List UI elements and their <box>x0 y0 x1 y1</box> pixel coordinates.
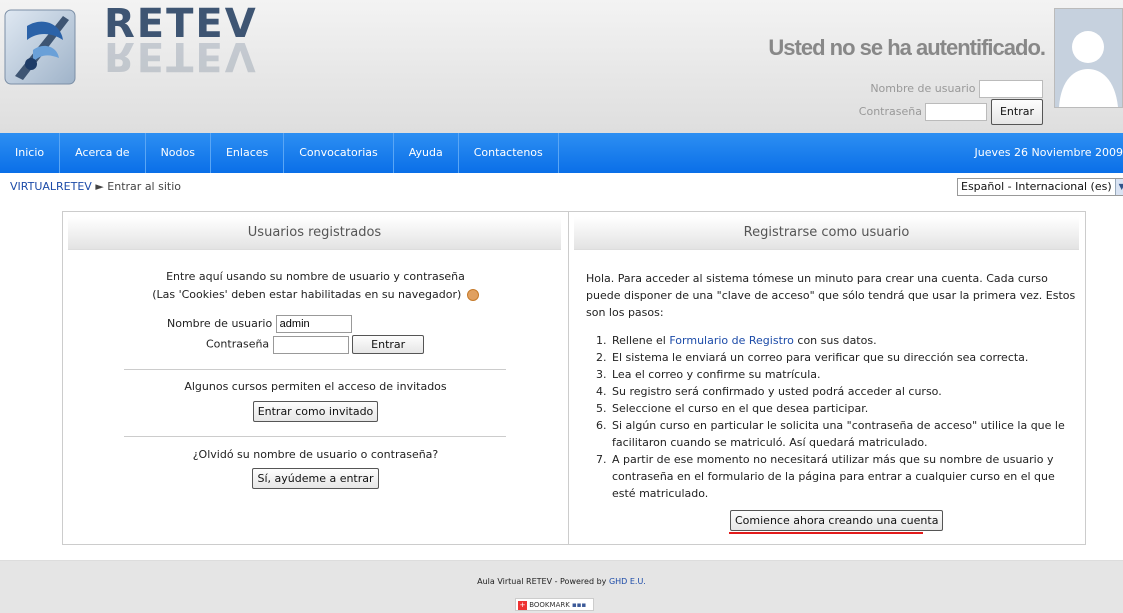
step-text: A partir de ese momento no necesitará ut… <box>612 453 1055 500</box>
username-label: Nombre de usuario <box>167 317 273 330</box>
forgot-button-wrap: Sí, ayúdeme a entrar <box>63 468 568 489</box>
plus-icon: + <box>518 600 527 610</box>
list-item: 5. Seleccione el curso en el que desea pa… <box>596 402 869 415</box>
header-username-input[interactable] <box>979 80 1043 98</box>
header-username-label: Nombre de usuario <box>870 82 976 95</box>
language-select[interactable]: Español - Internacional (es) ▼ <box>957 178 1123 196</box>
login-content: Usuarios registrados Entre aquí usando s… <box>62 211 1086 545</box>
logo-wordmark: RETEV <box>104 1 258 47</box>
highlight-underline <box>729 532 923 534</box>
cookies-note-text: (Las 'Cookies' deben estar habilitadas e… <box>152 288 462 301</box>
header-password-input[interactable] <box>925 103 988 121</box>
registered-users-title: Usuarios registrados <box>68 217 561 250</box>
step-text: Lea el correo y confirme su matrícula. <box>612 368 821 381</box>
bookmark-button[interactable]: + BOOKMARK ▪▪▪ <box>515 598 594 611</box>
nav-item-enlaces[interactable]: Enlaces <box>211 133 285 173</box>
list-item: 4. Su registro será confirmado y usted po… <box>596 385 942 398</box>
header-password-label: Contraseña <box>858 105 922 118</box>
list-item: 3. Lea el correo y confirme su matrícula. <box>596 368 821 381</box>
site-logo[interactable]: RETEV RETEV <box>0 0 258 97</box>
guest-login-button[interactable]: Entrar como invitado <box>252 401 379 422</box>
guest-access-text: Algunos cursos permiten el acceso de inv… <box>184 380 447 393</box>
page-footer: Aula Virtual RETEV - Powered by GHD E.U.… <box>0 560 1123 613</box>
username-row: Nombre de usuario <box>167 315 352 333</box>
step-text: Seleccione el curso en el que desea part… <box>612 402 869 415</box>
language-selected-value: Español - Internacional (es) <box>961 180 1112 193</box>
footer-credit-text: Aula Virtual RETEV - Powered by <box>477 577 607 586</box>
step-1-prefix: Rellene el <box>612 334 666 347</box>
step-text: Si algún curso en particular le solicita… <box>612 419 1065 449</box>
footer-credit: Aula Virtual RETEV - Powered by GHD E.U. <box>0 577 1123 586</box>
help-icon[interactable] <box>466 289 479 301</box>
create-account-button[interactable]: Comience ahora creando una cuenta <box>730 510 944 531</box>
divider <box>124 436 506 437</box>
current-date: Jueves 26 Noviembre 2009 <box>974 146 1123 159</box>
breadcrumb-separator-icon: ► <box>95 180 104 193</box>
page-header: RETEV RETEV Usted no se ha autentificado… <box>0 0 1123 133</box>
username-input[interactable] <box>275 315 352 333</box>
divider <box>124 369 506 370</box>
guest-button-wrap: Entrar como invitado <box>63 401 568 422</box>
breadcrumb-home-link[interactable]: VIRTUALRETEV <box>10 180 92 193</box>
nav-item-contactenos[interactable]: Contactenos <box>459 133 559 173</box>
register-title: Registrarse como usuario <box>574 217 1079 250</box>
register-steps: 1. Rellene el Formulario de Registro con… <box>586 332 1076 502</box>
password-input[interactable] <box>272 335 349 354</box>
breadcrumb-current: Entrar al sitio <box>107 180 181 193</box>
nav-list: Inicio Acerca de Nodos Enlaces Convocato… <box>0 133 559 173</box>
login-button[interactable]: Entrar <box>352 335 425 354</box>
password-row: Contraseña Entrar <box>206 335 425 354</box>
nav-item-acerca-de[interactable]: Acerca de <box>60 133 146 173</box>
cookies-note: (Las 'Cookies' deben estar habilitadas e… <box>63 288 568 301</box>
list-item: 7. A partir de ese momento no necesitará … <box>596 453 1055 500</box>
auth-status: Usted no se ha autentificado. <box>768 35 1046 60</box>
avatar <box>1054 8 1123 108</box>
step-1-suffix: con sus datos. <box>797 334 877 347</box>
nav-item-ayuda[interactable]: Ayuda <box>394 133 459 173</box>
nav-item-nodos[interactable]: Nodos <box>146 133 211 173</box>
register-panel: Registrarse como usuario Hola. Para acce… <box>569 212 1085 544</box>
footer-credit-link[interactable]: GHD E.U. <box>609 577 646 586</box>
header-login-button[interactable]: Entrar <box>990 99 1043 125</box>
user-silhouette-icon <box>1055 9 1122 107</box>
forgot-password-text: ¿Olvidó su nombre de usuario o contraseñ… <box>192 448 439 461</box>
logo-reflection: RETEV <box>104 42 258 78</box>
chevron-down-icon: ▼ <box>1114 179 1123 195</box>
login-instructions: Entre aquí usando su nombre de usuario y… <box>166 270 465 283</box>
list-item: 6. Si algún curso en particular le solici… <box>596 419 1065 449</box>
main-nav: Inicio Acerca de Nodos Enlaces Convocato… <box>0 133 1123 173</box>
header-login-form: Nombre de usuario Contraseña Entrar <box>858 79 1043 125</box>
nav-item-inicio[interactable]: Inicio <box>0 133 61 173</box>
list-item: 2. El sistema le enviará un correo para v… <box>596 351 1029 364</box>
step-text: Su registro será confirmado y usted podr… <box>612 385 942 398</box>
registered-users-panel: Usuarios registrados Entre aquí usando s… <box>63 212 569 544</box>
forgot-password-button[interactable]: Sí, ayúdeme a entrar <box>252 468 379 489</box>
bookmark-label: BOOKMARK <box>529 601 570 609</box>
password-label: Contraseña <box>206 337 270 351</box>
logo-icon <box>4 9 76 85</box>
step-text: El sistema le enviará un correo para ver… <box>612 351 1029 364</box>
breadcrumb: VIRTUALRETEV ► Entrar al sitio <box>10 180 181 193</box>
signup-form-link[interactable]: Formulario de Registro <box>669 334 794 347</box>
register-intro: Hola. Para acceder al sistema tómese un … <box>586 272 1076 319</box>
nav-item-convocatorias[interactable]: Convocatorias <box>284 133 394 173</box>
list-item: 1. Rellene el Formulario de Registro con… <box>596 334 877 347</box>
social-icons: ▪▪▪ <box>572 601 587 609</box>
